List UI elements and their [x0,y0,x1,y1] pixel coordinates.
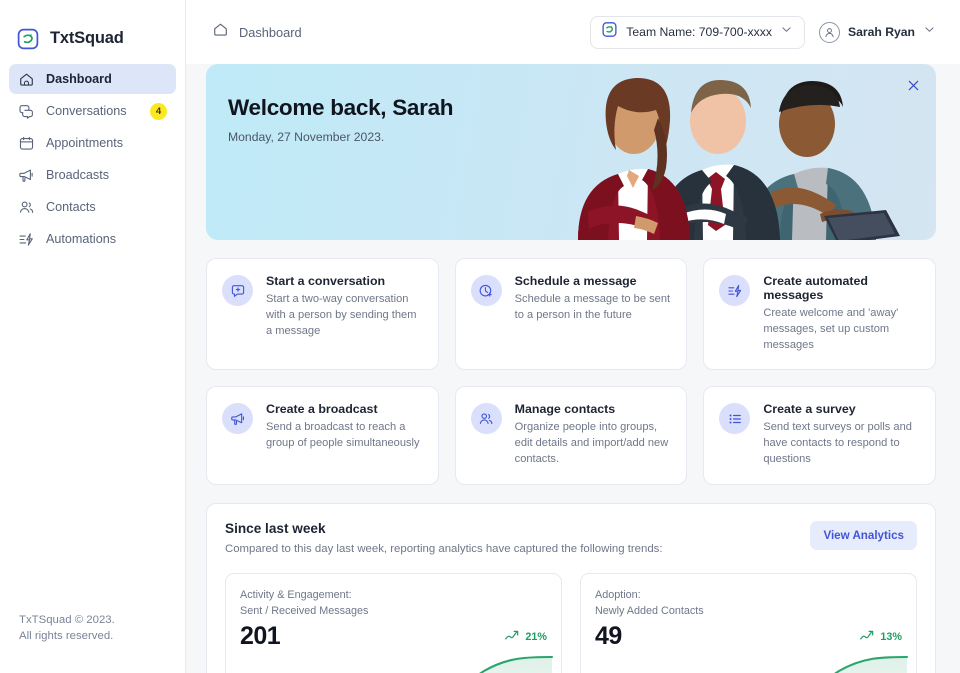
sidebar-item-label: Contacts [46,200,96,214]
welcome-text: Welcome back, Sarah Monday, 27 November … [228,95,454,144]
action-card-desc: Send a broadcast to reach a group of peo… [266,421,420,449]
list-checklist-icon [719,403,751,435]
analytics-title: Since last week [225,520,326,536]
action-card-desc: Send text surveys or polls and have cont… [763,421,912,465]
sidebar-item-dashboard[interactable]: Dashboard [9,64,176,94]
sidebar-item-automations[interactable]: Automations [9,224,176,254]
close-icon[interactable] [903,75,923,95]
sidebar-item-conversations[interactable]: Conversations 4 [9,96,176,126]
action-card-create-survey[interactable]: Create a survey Send text surveys or pol… [703,386,936,485]
breadcrumb[interactable]: Dashboard [212,21,302,43]
chevron-down-icon [780,23,793,41]
user-name-label: Sarah Ryan [847,25,915,39]
trend-percent: 13% [880,630,902,643]
chevron-down-icon [923,23,936,41]
action-card-title: Create automated messages [763,274,868,302]
action-card-title: Schedule a message [514,274,637,288]
sparkline-chart [833,655,909,673]
current-date: Monday, 27 November 2023. [228,130,385,144]
action-card-desc: Schedule a message to be sent to a perso… [514,293,671,321]
calendar-icon [18,135,35,152]
sidebar-footer: TxTSquad © 2023. All rights reserved. [19,612,115,645]
action-card-start-conversation[interactable]: Start a conversation Start a two-way con… [206,258,439,371]
txtsquad-logo-icon [601,21,618,43]
stat-label-line1: Adoption: [595,588,641,601]
action-card-body: Start a conversation Start a two-way con… [266,274,424,353]
conversations-badge: 4 [150,102,167,120]
trend-up-icon [505,628,521,646]
stat-card-activity-engagement: Activity & Engagement: Sent / Received M… [225,572,562,673]
page-title: Welcome back, Sarah [228,95,454,120]
rights-line: All rights reserved. [19,630,114,643]
automation-bolt-icon [18,231,35,248]
sidebar-item-appointments[interactable]: Appointments [9,128,176,158]
people-icon [18,199,35,216]
sidebar-item-label: Dashboard [46,72,112,86]
action-card-title: Create a broadcast [266,402,378,417]
action-card-title: Create a survey [763,402,856,417]
action-card-create-broadcast[interactable]: Create a broadcast Send a broadcast to r… [206,386,439,485]
action-card-body: Create a survey Send text surveys or pol… [763,402,921,467]
home-icon [18,71,35,88]
stat-label-line2: Newly Added Contacts [595,604,704,617]
quick-action-cards: Start a conversation Start a two-way con… [206,258,936,485]
analytics-panel: Since last week Compared to this day las… [206,502,936,673]
action-card-title: Manage contacts [514,402,616,417]
action-card-body: Create a broadcast Send a broadcast to r… [266,402,424,467]
megaphone-icon [222,403,253,435]
dashboard-app: TxtSquad Dashboard Conversations 4 Appoi… [0,0,960,673]
sidebar-item-label: Conversations [46,104,127,118]
sidebar: TxtSquad Dashboard Conversations 4 Appoi… [0,0,186,673]
topbar: Dashboard Team Name: 709-700-xxxx Sarah … [186,0,960,64]
trend-percent: 21% [525,630,547,643]
stat-label-line1: Activity & Engagement: [240,588,352,601]
stat-label-line2: Sent / Received Messages [240,604,369,617]
copyright-line: TxTSquad © 2023. [19,613,115,626]
topbar-right: Team Name: 709-700-xxxx Sarah Ryan [590,15,936,49]
user-avatar-icon [818,21,840,43]
action-card-automated-messages[interactable]: Create automated messages Create welcome… [703,258,936,371]
analytics-heading-group: Since last week Compared to this day las… [225,521,663,555]
sidebar-item-label: Appointments [46,136,124,150]
sidebar-item-label: Automations [46,232,117,246]
team-selector[interactable]: Team Name: 709-700-xxxx [590,15,805,49]
action-card-body: Schedule a message Schedule a message to… [515,274,673,353]
action-card-desc: Organize people into groups, edit detail… [514,421,669,465]
view-analytics-button[interactable]: View Analytics [810,520,917,550]
analytics-subtitle: Compared to this day last week, reportin… [225,542,663,555]
team-selector-label: Team Name: 709-700-xxxx [626,25,772,39]
new-conversation-icon [222,275,253,306]
action-card-title: Start a conversation [266,274,386,288]
megaphone-icon [18,167,35,184]
action-card-body: Manage contacts Organize people into gro… [515,402,673,467]
sidebar-nav: Dashboard Conversations 4 Appointments B… [0,64,185,254]
action-card-body: Create automated messages Create welcome… [763,274,921,353]
action-card-schedule-message[interactable]: Schedule a message Schedule a message to… [454,258,688,371]
home-icon [212,21,229,43]
txtsquad-logo-icon [16,27,40,51]
sidebar-item-contacts[interactable]: Contacts [9,192,176,222]
clock-plus-icon [470,275,502,306]
welcome-banner: Welcome back, Sarah Monday, 27 November … [206,64,936,240]
people-icon [470,403,502,435]
analytics-header: Since last week Compared to this day las… [225,520,917,555]
sparkline-chart [478,655,554,673]
sidebar-item-label: Broadcasts [46,168,109,182]
stat-card-adoption: Adoption: Newly Added Contacts 49 13% [580,572,917,673]
main-area: Dashboard Team Name: 709-700-xxxx Sarah … [186,0,960,673]
page-content: Welcome back, Sarah Monday, 27 November … [186,64,960,673]
automation-bolt-icon [719,275,751,306]
brand: TxtSquad [0,0,185,58]
action-card-manage-contacts[interactable]: Manage contacts Organize people into gro… [454,386,688,485]
breadcrumb-label: Dashboard [239,24,302,40]
stat-cards: Activity & Engagement: Sent / Received M… [225,572,917,673]
user-menu[interactable]: Sarah Ryan [818,21,936,43]
business-team-illustration [578,77,900,240]
chat-bubbles-icon [18,103,35,120]
trend-up-icon [860,628,876,646]
action-card-desc: Create welcome and 'away' messages, set … [763,307,899,351]
sidebar-item-broadcasts[interactable]: Broadcasts [9,160,176,190]
brand-name: TxtSquad [50,29,124,47]
action-card-desc: Start a two-way conversation with a pers… [266,293,417,337]
